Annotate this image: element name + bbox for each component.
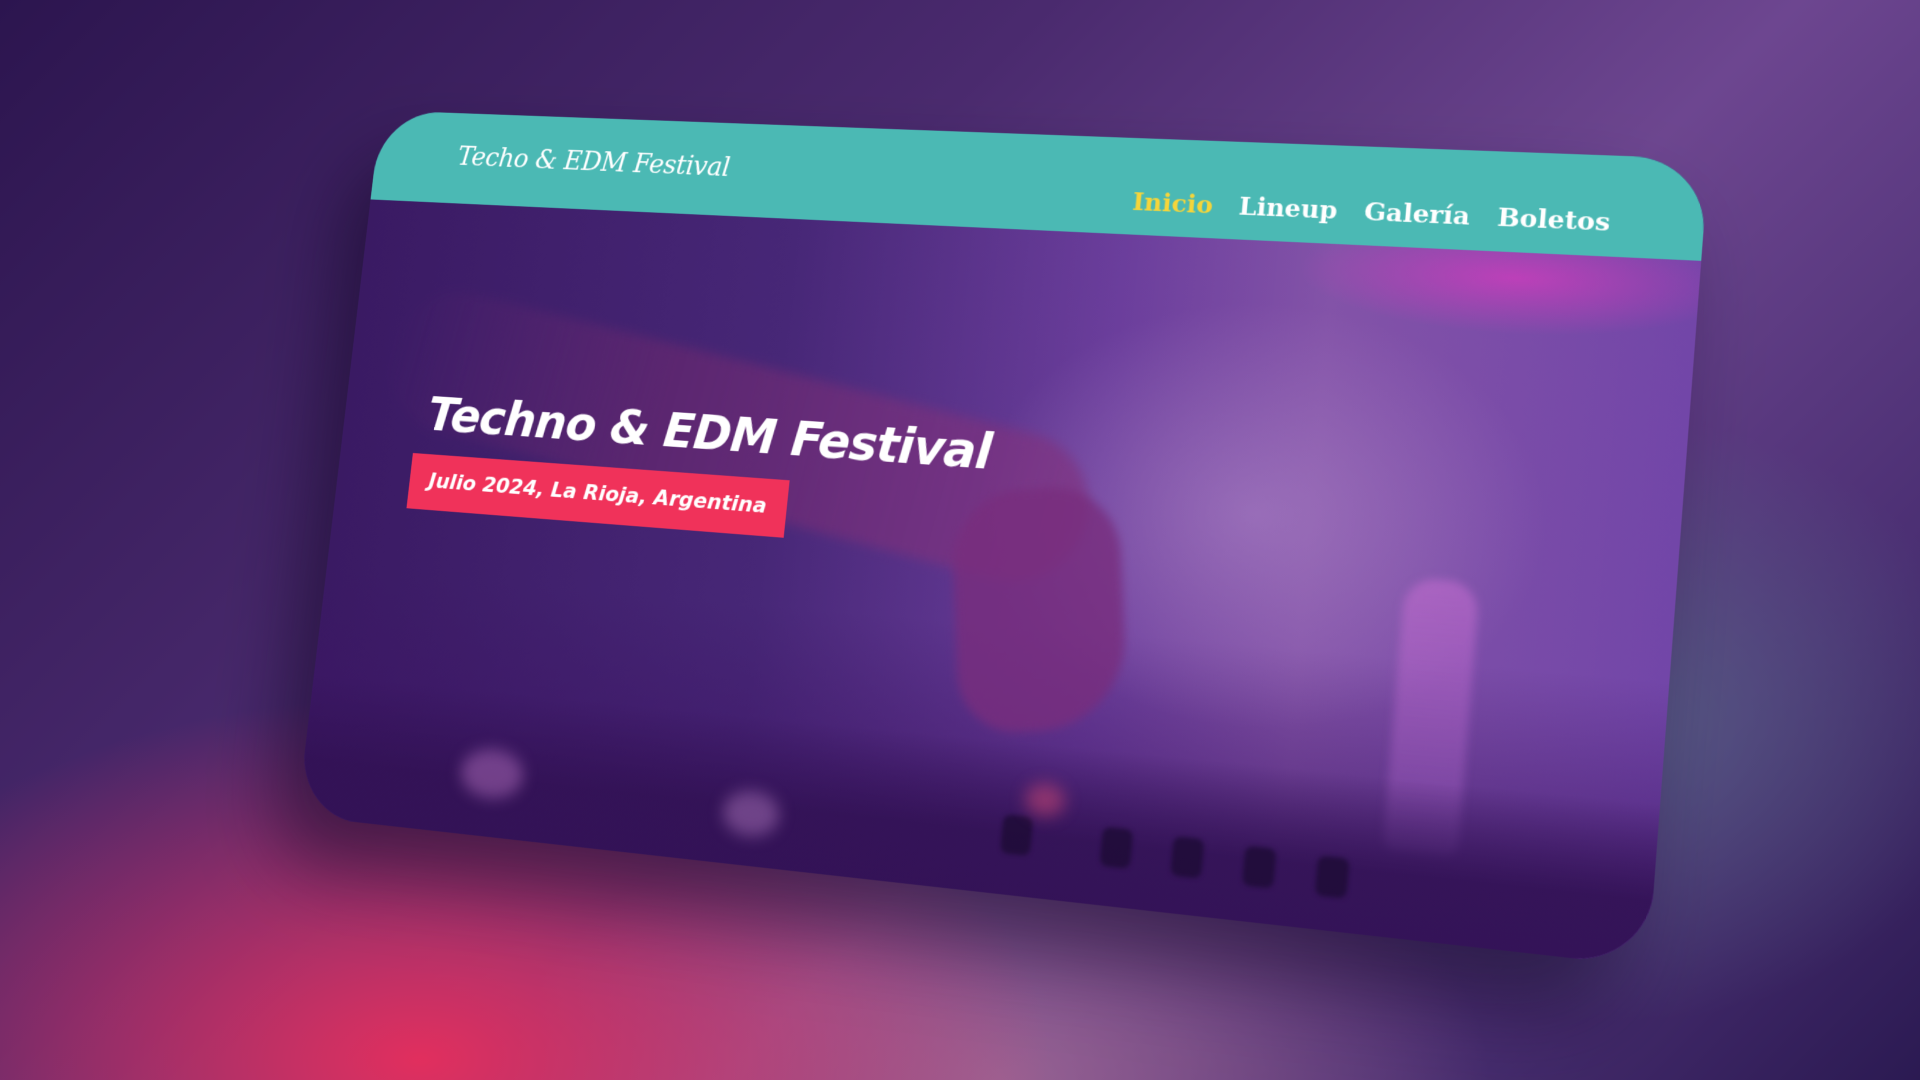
mixer-knob [999,814,1034,857]
nav-item-boletos[interactable]: Boletos [1496,202,1611,237]
mixer-knob [1241,845,1277,889]
nav-item-galeria[interactable]: Galería [1363,196,1471,230]
scene: Techo & EDM Festival Inicio Lineup Galer… [0,0,1920,1080]
bokeh-light [458,746,526,802]
nav-item-lineup[interactable]: Lineup [1238,191,1339,224]
main-nav: Inicio Lineup Galería Boletos [1131,187,1611,237]
site-logo[interactable]: Techo & EDM Festival [456,140,731,182]
website-preview-card: Techo & EDM Festival Inicio Lineup Galer… [297,110,1709,967]
mixer-knob [1099,826,1134,869]
bokeh-light [1023,781,1067,819]
hero-section: Techno & EDM Festival Julio 2024, La Rio… [297,199,1702,967]
mixer-knob [1314,855,1350,899]
nav-item-inicio[interactable]: Inicio [1131,187,1214,219]
dj-hand-image [950,483,1129,735]
bokeh-light [720,788,782,839]
mixer-knob [1170,836,1205,879]
